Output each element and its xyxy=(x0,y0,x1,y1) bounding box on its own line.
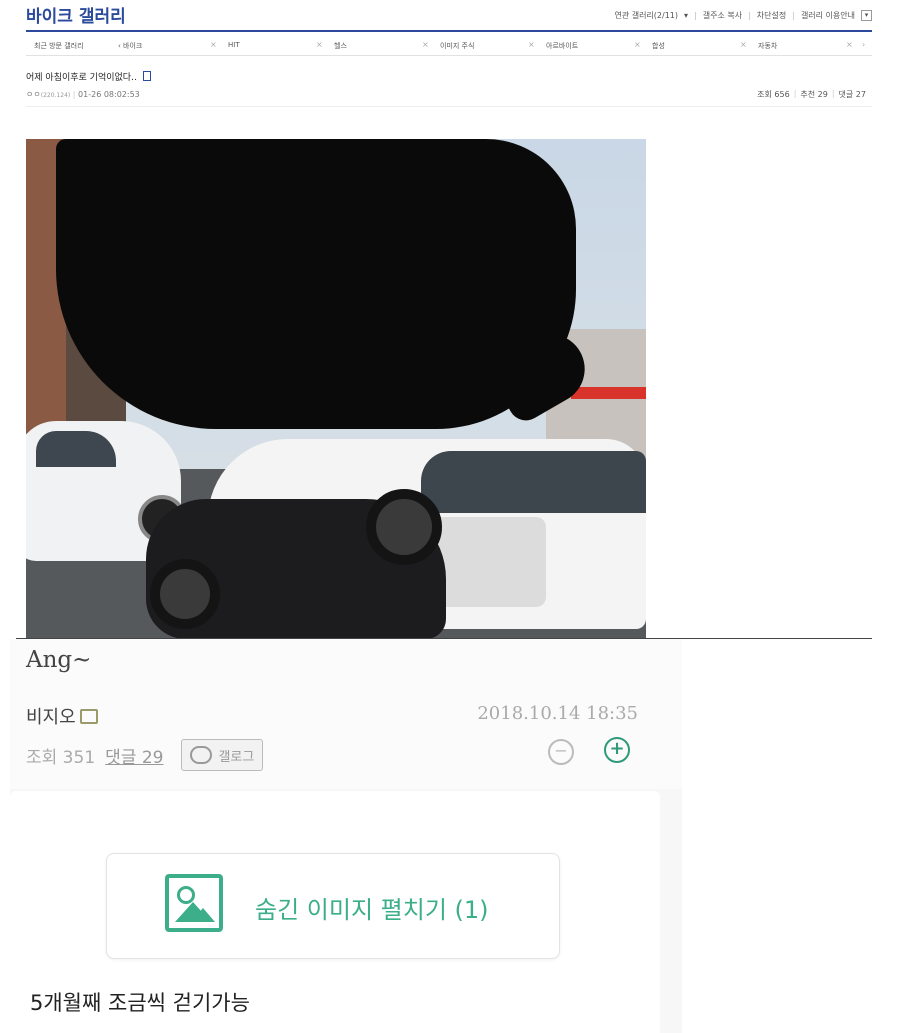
post-body: 숨긴 이미지 펼치기 (1) 5개월째 조금씩 걷기가능 xyxy=(10,791,660,1033)
chevron-right-icon[interactable]: › xyxy=(862,40,865,49)
recent-item-health[interactable]: 헬스 xyxy=(334,41,347,51)
zoom-out-icon[interactable]: − xyxy=(548,739,574,765)
gallery-guide-link[interactable]: 갤러리 이용안내 xyxy=(801,10,855,21)
recent-item-bike[interactable]: ‹ 바이크 xyxy=(118,41,142,51)
related-gallery-link[interactable]: 연관 갤러리(2/11) xyxy=(614,10,678,21)
post-title: 어제 아침이후로 기억이없다.. xyxy=(26,70,151,83)
post-date: 01-26 08:02:53 xyxy=(78,90,140,99)
recent-galleries-bar: 최근 방문 갤러리 ‹ 바이크 × HIT × 헬스 × 이미지 주식 × 아르… xyxy=(26,35,872,56)
copy-address-link[interactable]: 갤주소 복사 xyxy=(703,10,742,21)
separator: | xyxy=(792,11,795,20)
post-author[interactable]: ㅇㅇ xyxy=(26,90,41,99)
accident-photo xyxy=(26,139,646,638)
close-icon[interactable]: × xyxy=(740,40,747,49)
dropdown-icon[interactable]: ▾ xyxy=(684,11,688,20)
gallery-header: 바이크 갤러리 연관 갤러리(2/11) ▾ | 갤주소 복사 | 차단설정 |… xyxy=(16,0,872,30)
separator: | xyxy=(694,11,697,20)
zoom-in-icon[interactable]: + xyxy=(604,737,630,763)
comment-count-link[interactable]: 댓글 29 xyxy=(105,743,163,768)
post-ip: (220.124) xyxy=(40,92,71,99)
recent-label: 최근 방문 갤러리 xyxy=(34,42,84,50)
expand-images-button[interactable]: 숨긴 이미지 펼치기 (1) xyxy=(106,853,560,959)
view-count: 조회 351 xyxy=(26,747,96,768)
post-heading: Ang~ xyxy=(26,647,92,673)
post-datetime: 2018.10.14 18:35 xyxy=(477,703,638,724)
blank-area xyxy=(682,639,900,1033)
gallog-button[interactable]: 갤로그 xyxy=(181,739,264,771)
badge-icon xyxy=(79,709,98,724)
post-stats: 조회 656 | 추천 29 | 댓글 27 xyxy=(757,89,866,100)
close-icon[interactable]: × xyxy=(846,40,853,49)
mobile-post-screenshot: Ang~ 비지오 2018.10.14 18:35 조회 351 댓글 29 갤… xyxy=(10,639,682,1033)
header-links: 연관 갤러리(2/11) ▾ | 갤주소 복사 | 차단설정 | 갤러리 이용안… xyxy=(614,10,872,21)
post-recommend: 추천 29 xyxy=(800,90,828,99)
post-comments[interactable]: 댓글 27 xyxy=(839,89,866,100)
post-counts: 조회 351 댓글 29 갤로그 xyxy=(26,739,264,771)
meta-divider xyxy=(26,106,872,107)
doc-icon xyxy=(142,71,151,81)
close-icon[interactable]: × xyxy=(634,40,641,49)
recent-item-car[interactable]: 자동차 xyxy=(758,41,777,51)
recent-item-parttime[interactable]: 아르바이트 xyxy=(546,41,578,51)
gallog-icon xyxy=(190,746,213,764)
close-icon[interactable]: × xyxy=(210,40,217,49)
post-header: Ang~ 비지오 2018.10.14 18:35 조회 351 댓글 29 갤… xyxy=(10,639,682,789)
close-icon[interactable]: × xyxy=(316,40,323,49)
gallery-title[interactable]: 바이크 갤러리 xyxy=(26,2,126,27)
author-name[interactable]: 비지오 xyxy=(26,707,76,728)
post-body-text: 5개월째 조금씩 걷기가능 xyxy=(30,991,250,1015)
post-meta: ㅇㅇ(220.124) | 01-26 08:02:53 xyxy=(26,90,140,99)
recent-item-composite[interactable]: 합성 xyxy=(652,41,665,51)
gallery-post-screenshot: 바이크 갤러리 연관 갤러리(2/11) ▾ | 갤주소 복사 | 차단설정 |… xyxy=(16,0,872,638)
close-icon[interactable]: × xyxy=(528,40,535,49)
recent-item-hit[interactable]: HIT xyxy=(228,41,240,49)
recent-item-stock[interactable]: 이미지 주식 xyxy=(440,41,474,51)
separator: | xyxy=(748,11,751,20)
close-icon[interactable]: × xyxy=(422,40,429,49)
author-row: 비지오 xyxy=(26,703,98,729)
gallog-label: 갤로그 xyxy=(218,749,255,765)
expand-images-label: 숨긴 이미지 펼치기 (1) xyxy=(255,896,489,924)
post-views: 조회 656 xyxy=(757,90,790,99)
header-rule xyxy=(26,30,872,32)
post-title-text: 어제 아침이후로 기억이없다.. xyxy=(26,73,137,83)
block-settings-link[interactable]: 차단설정 xyxy=(757,10,786,21)
image-icon xyxy=(165,874,223,932)
chevron-down-icon[interactable]: ▾ xyxy=(861,10,872,21)
